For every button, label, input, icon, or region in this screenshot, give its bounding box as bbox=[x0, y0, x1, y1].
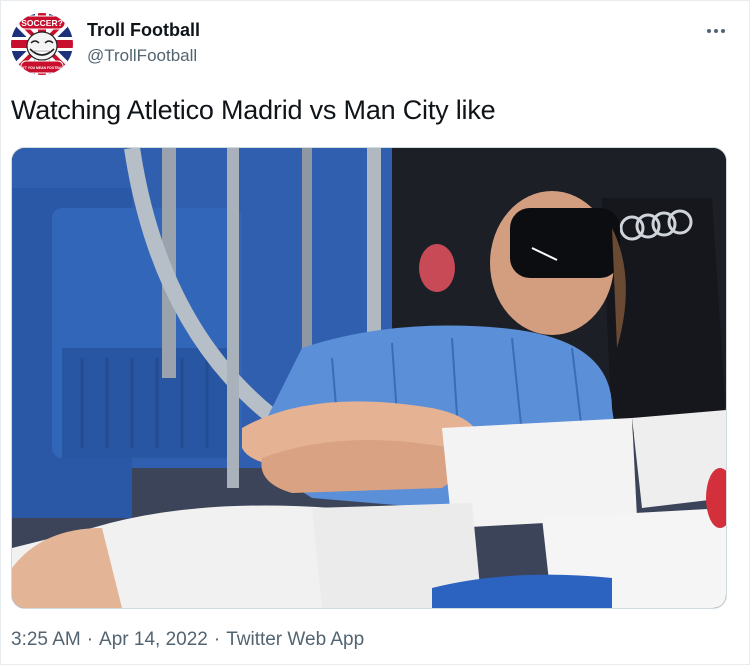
tweet-media-photo[interactable] bbox=[11, 147, 727, 609]
tweet-text: Watching Atletico Madrid vs Man City lik… bbox=[11, 95, 496, 125]
tweet-card: SOCCER? DON'T YOU MEAN FOOTBALL? Troll F… bbox=[0, 0, 750, 665]
avatar-badge-bottom: DON'T YOU MEAN FOOTBALL? bbox=[16, 66, 67, 70]
avatar-badge-top: SOCCER? bbox=[21, 18, 63, 28]
troll-face-logo: SOCCER? DON'T YOU MEAN FOOTBALL? bbox=[11, 13, 73, 75]
more-horizontal-icon[interactable] bbox=[705, 21, 727, 41]
display-name[interactable]: Troll Football bbox=[87, 20, 200, 41]
user-handle[interactable]: @TrollFootball bbox=[87, 46, 197, 66]
tweet-source[interactable]: Twitter Web App bbox=[226, 629, 364, 650]
separator-dot: · bbox=[213, 629, 221, 650]
photo-player-sleeping bbox=[12, 148, 726, 608]
tweet-timestamp[interactable]: 3:25 AM · Apr 14, 2022 · Twitter Web App bbox=[11, 629, 364, 651]
separator-dot: · bbox=[86, 629, 94, 650]
avatar[interactable]: SOCCER? DON'T YOU MEAN FOOTBALL? bbox=[11, 13, 73, 75]
tweet-date[interactable]: Apr 14, 2022 bbox=[99, 629, 208, 650]
tweet-time[interactable]: 3:25 AM bbox=[11, 629, 81, 650]
